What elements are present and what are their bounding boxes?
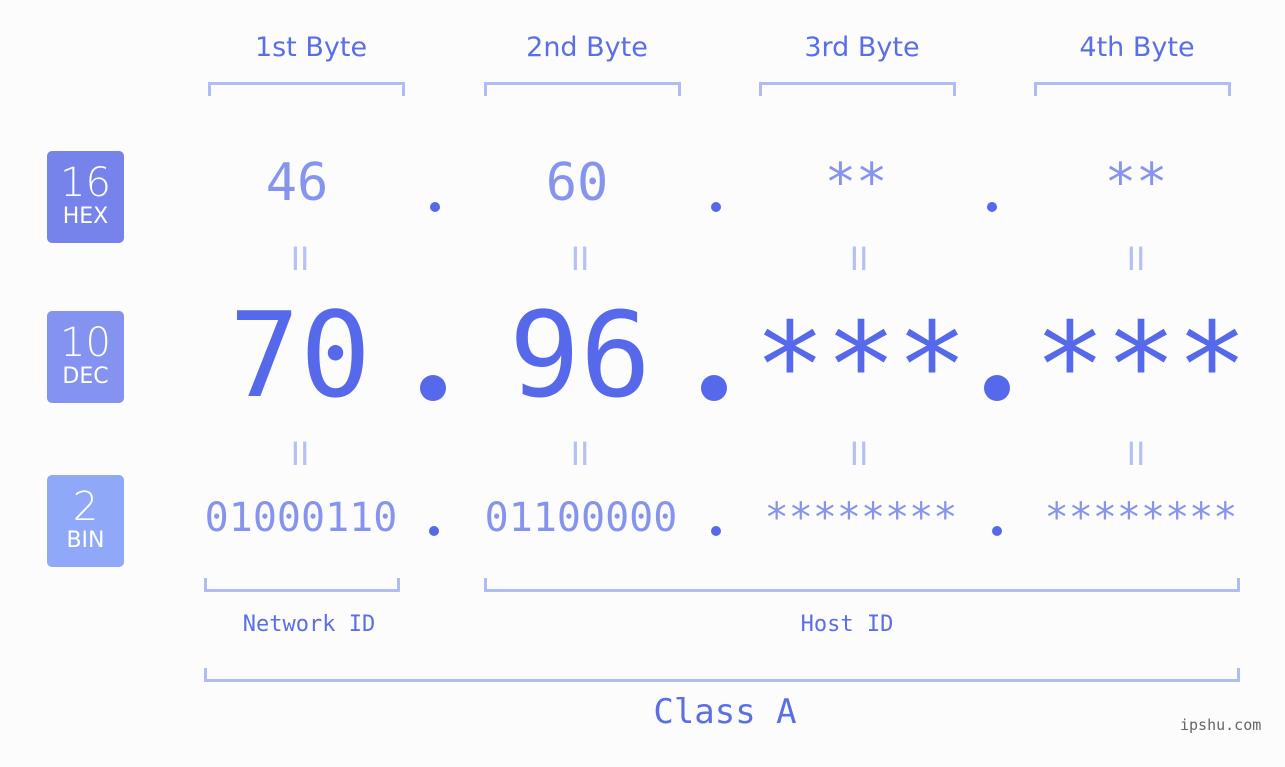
hex-value-2: 60 bbox=[545, 153, 609, 213]
equals-icon: II bbox=[290, 435, 310, 473]
bin-value-3: ******** bbox=[764, 495, 958, 541]
hex-value-4: ** bbox=[1104, 153, 1168, 213]
dec-value-1: 70 bbox=[228, 286, 372, 424]
hex-value-3: ** bbox=[824, 153, 888, 213]
byte-header-4: 4th Byte bbox=[1079, 32, 1195, 63]
byte-header-1: 1st Byte bbox=[254, 32, 368, 63]
equals-icon: II bbox=[290, 240, 310, 278]
equals-icon: II bbox=[570, 435, 590, 473]
hex-badge: 16 HEX bbox=[47, 151, 124, 243]
dec-separator-dot bbox=[984, 375, 1010, 401]
byte-header-3: 3rd Byte bbox=[804, 32, 920, 63]
equals-icon: II bbox=[849, 240, 869, 278]
byte-header-2: 2nd Byte bbox=[526, 32, 648, 63]
dec-separator-dot bbox=[701, 375, 727, 401]
dec-value-4: *** bbox=[1034, 296, 1248, 434]
network-id-label: Network ID bbox=[242, 612, 376, 637]
equals-icon: II bbox=[849, 435, 869, 473]
hex-base-number: 16 bbox=[60, 160, 111, 206]
hex-separator-dot bbox=[711, 202, 721, 212]
bin-separator-dot bbox=[711, 526, 721, 536]
equals-icon: II bbox=[570, 240, 590, 278]
dec-value-3: *** bbox=[754, 296, 968, 434]
class-bracket bbox=[204, 668, 1240, 682]
bin-value-2: 01100000 bbox=[484, 495, 678, 541]
bin-value-1: 01000110 bbox=[204, 495, 398, 541]
dec-badge: 10 DEC bbox=[47, 311, 124, 403]
dec-value-2: 96 bbox=[508, 286, 652, 424]
dec-base-label: DEC bbox=[62, 364, 109, 389]
byte-bracket-4 bbox=[1034, 82, 1231, 96]
bin-badge: 2 BIN bbox=[47, 475, 124, 567]
byte-bracket-3 bbox=[759, 82, 956, 96]
network-id-bracket bbox=[204, 578, 400, 592]
hex-value-1: 46 bbox=[265, 153, 329, 213]
byte-bracket-1 bbox=[208, 82, 405, 96]
bin-separator-dot bbox=[992, 526, 1002, 536]
hex-base-label: HEX bbox=[62, 204, 109, 229]
dec-separator-dot bbox=[420, 375, 446, 401]
bin-separator-dot bbox=[429, 526, 439, 536]
host-id-label: Host ID bbox=[800, 612, 894, 637]
bin-base-label: BIN bbox=[66, 528, 105, 553]
host-id-bracket bbox=[484, 578, 1240, 592]
equals-icon: II bbox=[1126, 435, 1146, 473]
watermark: ipshu.com bbox=[1180, 716, 1262, 734]
byte-bracket-2 bbox=[484, 82, 681, 96]
bin-base-number: 2 bbox=[72, 484, 99, 530]
class-label: Class A bbox=[653, 692, 797, 732]
hex-separator-dot bbox=[987, 202, 997, 212]
bin-value-4: ******** bbox=[1044, 495, 1238, 541]
equals-icon: II bbox=[1126, 240, 1146, 278]
dec-base-number: 10 bbox=[60, 320, 111, 366]
hex-separator-dot bbox=[430, 202, 440, 212]
